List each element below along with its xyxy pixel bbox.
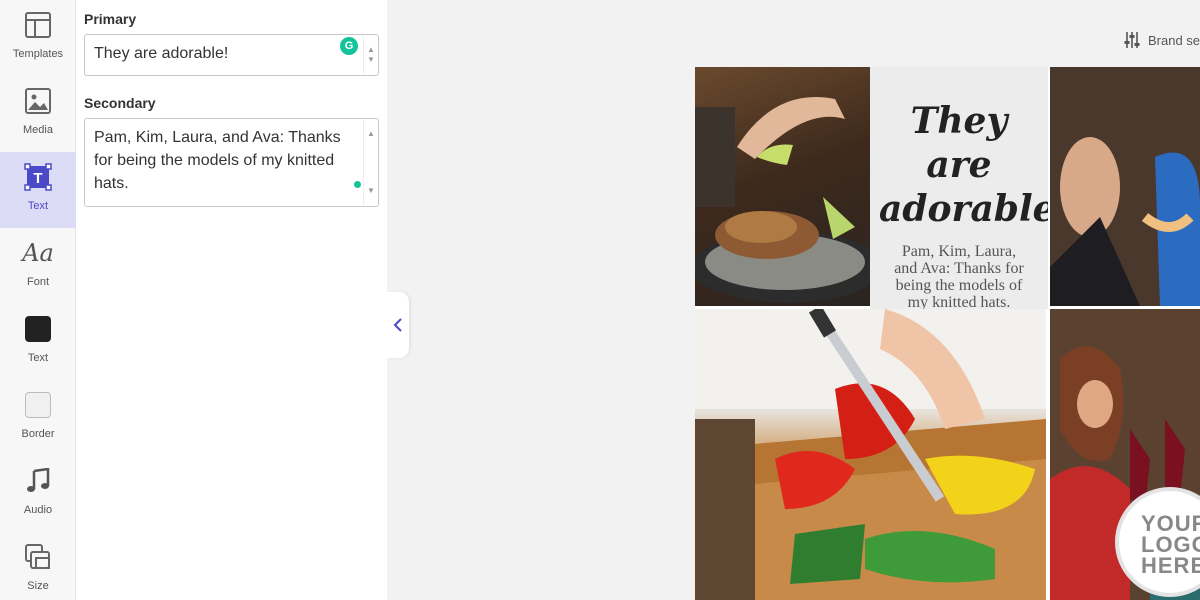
scrollbar[interactable]: ▲ ▼ xyxy=(363,36,377,74)
primary-text-value: They are adorable! xyxy=(94,45,229,62)
font-icon: Aa xyxy=(22,239,54,267)
border-color-swatch xyxy=(23,390,53,420)
primary-text-field[interactable]: They are adorable! G ▲ ▼ xyxy=(84,34,379,76)
scroll-up-icon[interactable]: ▲ xyxy=(367,122,375,145)
rail-item-text[interactable]: T Text xyxy=(0,152,76,228)
chevron-left-icon xyxy=(393,318,402,332)
rail-item-label: Audio xyxy=(23,504,53,516)
rail-item-label: Templates xyxy=(12,48,64,60)
rail-item-label: Text xyxy=(27,200,49,212)
music-note-icon xyxy=(23,466,53,496)
photo-tile-tacos[interactable] xyxy=(695,67,870,306)
primary-label: Primary xyxy=(84,11,137,27)
rail-item-label: Font xyxy=(26,276,49,288)
grammarly-icon[interactable]: G xyxy=(340,37,358,55)
image-icon xyxy=(23,86,53,116)
svg-text:T: T xyxy=(33,170,42,187)
secondary-label: Secondary xyxy=(84,95,156,111)
rail-item-label: Size xyxy=(27,580,49,592)
rail-item-label: Text xyxy=(27,352,49,364)
text-color-swatch xyxy=(23,314,53,344)
scrollbar[interactable]: ▲ ▼ xyxy=(363,120,377,205)
tool-rail: Templates Media T Text Aa Font Text Bord… xyxy=(0,0,76,600)
logo-line: YOUR xyxy=(1141,511,1200,536)
rail-item-border[interactable]: Border xyxy=(0,380,76,456)
tacos-photo xyxy=(695,97,870,303)
logo-line: LOGO xyxy=(1141,532,1200,557)
logo-line: HERE xyxy=(1141,553,1200,578)
rail-item-label: Media xyxy=(23,124,53,136)
resize-icon xyxy=(23,542,53,572)
photo-tile-chopping[interactable] xyxy=(695,309,1046,600)
secondary-text-value: Pam, Kim, Laura, and Ava: Thanks for bei… xyxy=(94,129,341,192)
text-editor-panel: Primary They are adorable! G ▲ ▼ Seconda… xyxy=(76,0,387,600)
text-tile[interactable]: They are adorable! Pam, Kim, Laura, and … xyxy=(870,67,1048,309)
scroll-down-icon[interactable]: ▼ xyxy=(367,48,375,71)
rail-item-media[interactable]: Media xyxy=(0,76,76,152)
text-tool-icon: T xyxy=(23,162,53,192)
rail-item-font[interactable]: Aa Font xyxy=(0,228,76,304)
chopping-photo xyxy=(695,309,1046,600)
design-canvas[interactable]: They are adorable! Pam, Kim, Laura, and … xyxy=(695,67,1200,600)
rail-item-size[interactable]: Size xyxy=(0,532,76,600)
canvas-headline[interactable]: They are adorable! xyxy=(879,99,1048,231)
rail-item-audio[interactable]: Audio xyxy=(0,456,76,532)
rail-item-text-color[interactable]: Text xyxy=(0,304,76,380)
canvas-body-text[interactable]: Pam, Kim, Laura, and Ava: Thanks for bei… xyxy=(889,243,1029,309)
photo-tile-diners[interactable] xyxy=(1050,67,1200,306)
brand-settings-label: Brand se xyxy=(1148,32,1200,48)
diners-photo xyxy=(1050,67,1200,306)
brand-settings-button[interactable]: Brand se xyxy=(1124,31,1200,49)
templates-icon xyxy=(23,10,53,40)
sliders-icon xyxy=(1124,32,1140,48)
grammarly-status-dot xyxy=(354,181,361,188)
secondary-text-field[interactable]: Pam, Kim, Laura, and Ava: Thanks for bei… xyxy=(84,118,379,207)
scroll-down-icon[interactable]: ▼ xyxy=(367,179,375,202)
rail-item-label: Border xyxy=(21,428,55,440)
rail-item-templates[interactable]: Templates xyxy=(0,0,76,76)
collapse-panel-button[interactable] xyxy=(387,292,409,358)
